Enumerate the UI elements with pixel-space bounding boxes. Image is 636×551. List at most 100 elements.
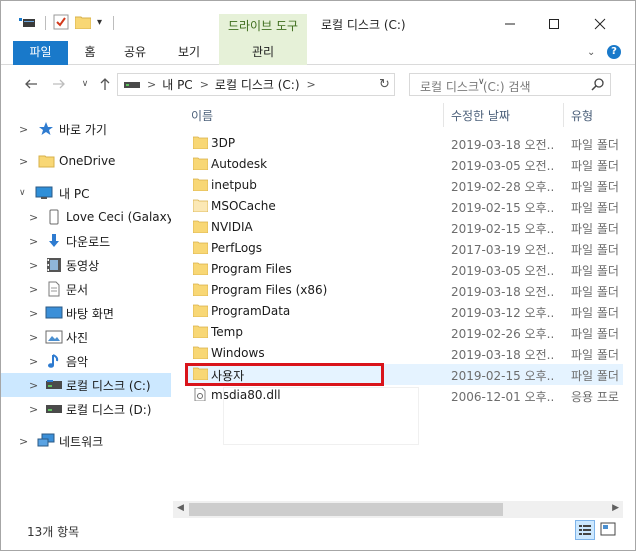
- file-row-windows[interactable]: Windows 2019-03-18 오전... 파일 폴더: [185, 343, 623, 364]
- pc-icon: [35, 186, 53, 199]
- file-name: 3DP: [211, 136, 236, 150]
- file-row-program-files-x86[interactable]: Program Files (x86) 2019-03-18 오전... 파일 폴더: [185, 280, 623, 301]
- file-row-nvidia[interactable]: NVIDIA 2019-02-15 오후... 파일 폴더: [185, 217, 623, 238]
- chevron-down-icon: ∨: [81, 79, 89, 89]
- file-row-3dp[interactable]: 3DP 2019-03-18 오전... 파일 폴더: [185, 133, 623, 154]
- file-date: 2019-03-12 오후...: [451, 306, 553, 320]
- file-date: 2019-03-18 오전...: [451, 348, 553, 362]
- nav-item-local-disk-d[interactable]: > 로컬 디스크 (D:): [1, 397, 171, 421]
- nav-item-network[interactable]: > 네트워크: [1, 429, 171, 453]
- refresh-button[interactable]: ↻: [375, 73, 395, 96]
- expand-arrow-icon[interactable]: >: [19, 155, 29, 168]
- forward-button[interactable]: [49, 74, 69, 94]
- explorer-icon[interactable]: [19, 13, 35, 31]
- column-header-name[interactable]: 이름: [191, 107, 213, 129]
- maximize-icon: [549, 19, 559, 29]
- search-box[interactable]: 로컬 디스크 (C:) 검색: [409, 73, 611, 96]
- maximize-button[interactable]: [531, 9, 577, 39]
- address-bar[interactable]: > 내 PC > 로컬 디스크 (C:) > ∨: [117, 73, 485, 96]
- nav-item-galaxy-device[interactable]: > Love Ceci (Galaxy S: [1, 205, 171, 229]
- nav-item-music[interactable]: > 음악: [1, 349, 171, 373]
- nav-item-videos[interactable]: > 동영상: [1, 253, 171, 277]
- tab-view[interactable]: 보기: [171, 41, 207, 65]
- expand-arrow-icon[interactable]: >: [29, 331, 39, 344]
- nav-item-local-disk-c[interactable]: > 로컬 디스크 (C:): [1, 373, 171, 397]
- expand-arrow-icon[interactable]: >: [29, 307, 39, 320]
- scrollbar-thumb[interactable]: [189, 503, 503, 516]
- column-header-type[interactable]: 유형: [571, 107, 593, 129]
- ribbon-expand-icon[interactable]: ⌄: [587, 47, 595, 58]
- properties-icon[interactable]: [53, 13, 69, 31]
- help-icon[interactable]: ?: [607, 45, 621, 59]
- nav-label: Love Ceci (Galaxy S: [66, 210, 171, 224]
- device-icon: [49, 209, 59, 225]
- expand-arrow-icon[interactable]: >: [19, 435, 29, 448]
- breadcrumb-my-pc[interactable]: 내 PC: [162, 76, 192, 93]
- file-type: 파일 폴더: [571, 243, 619, 257]
- nav-item-desktop[interactable]: > 바탕 화면: [1, 301, 171, 325]
- tab-manage[interactable]: 관리: [219, 41, 307, 65]
- drive-icon: [124, 80, 140, 90]
- file-type: 파일 폴더: [571, 285, 619, 299]
- nav-label: 동영상: [66, 258, 100, 273]
- dll-file-icon: [194, 388, 206, 401]
- tab-home[interactable]: 홈: [75, 41, 105, 65]
- desktop-icon: [45, 306, 63, 319]
- window-title: 로컬 디스크 (C:): [321, 18, 406, 32]
- back-button[interactable]: [21, 74, 41, 94]
- folder-icon: [38, 155, 55, 168]
- breadcrumb-chevron-icon[interactable]: >: [200, 78, 209, 91]
- file-row-program-files[interactable]: Program Files 2019-03-05 오전... 파일 폴더: [185, 259, 623, 280]
- file-row-programdata[interactable]: ProgramData 2019-03-12 오후... 파일 폴더: [185, 301, 623, 322]
- nav-item-my-pc[interactable]: ∨ 내 PC: [1, 181, 171, 205]
- file-row-inetpub[interactable]: inetpub 2019-02-28 오후... 파일 폴더: [185, 175, 623, 196]
- breadcrumb-chevron-icon[interactable]: >: [307, 78, 316, 91]
- scroll-right-icon[interactable]: ▶: [612, 503, 619, 513]
- close-button[interactable]: [577, 9, 623, 39]
- file-type: 파일 폴더: [571, 327, 619, 341]
- up-button[interactable]: [95, 74, 115, 94]
- collapse-arrow-icon[interactable]: ∨: [19, 188, 29, 198]
- file-row-perflogs[interactable]: PerfLogs 2017-03-19 오전... 파일 폴더: [185, 238, 623, 259]
- file-row-temp[interactable]: Temp 2019-02-26 오후... 파일 폴더: [185, 322, 623, 343]
- nav-item-documents[interactable]: > 문서: [1, 277, 171, 301]
- large-icons-view-button[interactable]: [599, 520, 619, 540]
- expand-arrow-icon[interactable]: >: [29, 283, 39, 296]
- horizontal-scrollbar[interactable]: ◀ ▶: [173, 501, 623, 518]
- file-row-msocache[interactable]: MSOCache 2019-02-15 오후... 파일 폴더: [185, 196, 623, 217]
- expand-arrow-icon[interactable]: >: [19, 123, 29, 136]
- nav-label: OneDrive: [59, 154, 116, 168]
- nav-item-onedrive[interactable]: > OneDrive: [1, 149, 171, 173]
- column-header-date[interactable]: 수정한 날짜: [451, 107, 510, 129]
- customize-toolbar-icon[interactable]: ▾: [97, 13, 102, 31]
- expand-arrow-icon[interactable]: >: [29, 259, 39, 272]
- close-icon: [594, 18, 606, 30]
- nav-item-pictures[interactable]: > 사진: [1, 325, 171, 349]
- expand-arrow-icon[interactable]: >: [29, 211, 39, 224]
- recent-locations-button[interactable]: ∨: [75, 74, 95, 94]
- breadcrumb-chevron-icon[interactable]: >: [147, 78, 156, 91]
- breadcrumb-local-disk-c[interactable]: 로컬 디스크 (C:): [215, 76, 300, 93]
- tab-file[interactable]: 파일: [13, 41, 68, 65]
- details-view-button[interactable]: [575, 520, 595, 540]
- expand-arrow-icon[interactable]: >: [29, 355, 39, 368]
- file-date: 2019-03-18 오전...: [451, 138, 553, 152]
- expand-arrow-icon[interactable]: >: [29, 403, 39, 416]
- back-arrow-icon: [25, 79, 37, 89]
- file-row-autodesk[interactable]: Autodesk 2019-03-05 오전... 파일 폴더: [185, 154, 623, 175]
- folder-icon: [193, 283, 208, 296]
- file-name: MSOCache: [211, 199, 276, 213]
- file-date: 2017-03-19 오전...: [451, 243, 553, 257]
- minimize-button[interactable]: [487, 9, 533, 39]
- file-name: PerfLogs: [211, 241, 263, 255]
- nav-item-quick-access[interactable]: > 바로 가기: [1, 117, 171, 141]
- expand-arrow-icon[interactable]: >: [29, 379, 39, 392]
- expand-arrow-icon[interactable]: >: [29, 235, 39, 248]
- refresh-icon: ↻: [379, 77, 390, 92]
- tab-share[interactable]: 공유: [117, 41, 153, 65]
- drive-icon: [46, 380, 62, 389]
- scroll-left-icon[interactable]: ◀: [177, 503, 184, 513]
- nav-label: 사진: [66, 330, 89, 345]
- new-folder-icon[interactable]: [75, 13, 91, 31]
- nav-item-downloads[interactable]: > 다운로드: [1, 229, 171, 253]
